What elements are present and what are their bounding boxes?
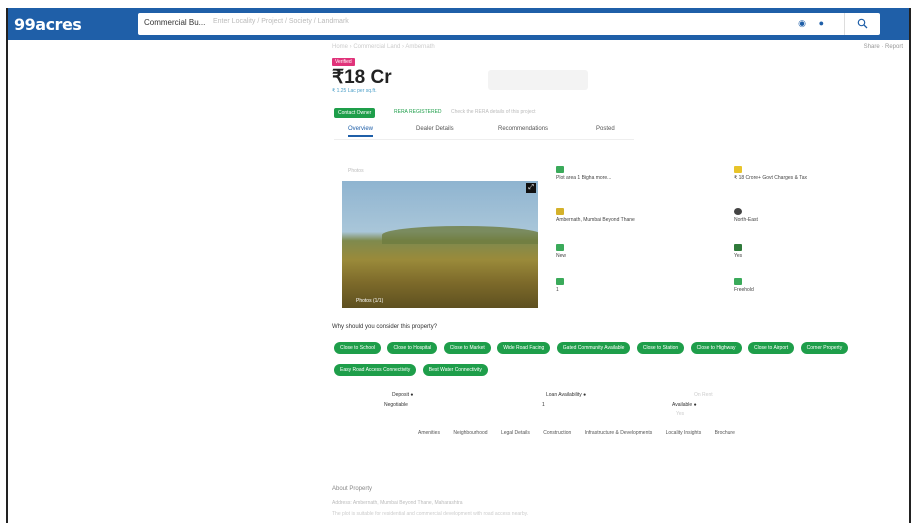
floors-icon xyxy=(556,278,564,285)
loan-value: 1 xyxy=(542,402,545,408)
search-button[interactable] xyxy=(844,13,880,35)
tab-posted[interactable]: Posted xyxy=(596,126,615,132)
chip[interactable]: Gated Community Available xyxy=(556,342,631,354)
contact-owner-button[interactable]: Contact Owner xyxy=(334,108,376,118)
about-property-heading: About Property xyxy=(332,486,373,492)
chip[interactable]: Easy Road Access Connectivity xyxy=(334,364,417,376)
chip[interactable]: Close to Station xyxy=(636,342,685,354)
property-photo[interactable]: ⤢ Photos (1/1) xyxy=(342,181,538,308)
deposit-label: Deposit ● xyxy=(392,392,414,398)
chip[interactable]: Close to Market xyxy=(443,342,491,354)
why-consider-heading: Why should you consider this property? xyxy=(332,324,438,330)
photo-count[interactable]: Photos (1/1) xyxy=(356,298,383,304)
browser-frame: 99acres Commercial Bu... Enter Locality … xyxy=(6,8,911,523)
deposit-value: Negotiable xyxy=(384,402,408,408)
search-icon xyxy=(857,18,868,29)
loan-label: Loan Availability ● xyxy=(546,392,587,398)
rera-note: Check the RERA details of this project xyxy=(451,109,536,115)
chip[interactable]: Close to Airport xyxy=(747,342,795,354)
feature-facing: North-East xyxy=(734,208,854,223)
about-description: The plot is suitable for residential and… xyxy=(332,511,529,517)
info-icon[interactable]: ● xyxy=(583,392,586,398)
transaction-icon xyxy=(556,244,564,251)
rupee-icon xyxy=(734,166,742,173)
link-amenities[interactable]: Amenities xyxy=(418,430,440,436)
property-price: ₹18 Cr xyxy=(332,67,392,88)
link-locality-insights[interactable]: Locality Insights xyxy=(666,430,702,436)
site-logo[interactable]: 99acres xyxy=(14,15,82,34)
link-neighbourhood[interactable]: Neighbourhood xyxy=(453,430,487,436)
link-legal-details[interactable]: Legal Details xyxy=(501,430,530,436)
faded-header-block xyxy=(488,70,588,90)
price-per-sqft: ₹ 1.25 Lac per sq.ft. xyxy=(332,88,377,94)
location-pin-icon xyxy=(556,208,564,215)
chip[interactable]: Close to School xyxy=(334,342,382,354)
search-bar[interactable]: Commercial Bu... Enter Locality / Projec… xyxy=(138,13,880,35)
chip[interactable]: Best Water Connectivity xyxy=(422,364,488,376)
top-navigation-bar: 99acres Commercial Bu... Enter Locality … xyxy=(8,8,909,40)
building-icon xyxy=(734,244,742,251)
info-icon[interactable]: ● xyxy=(410,392,413,398)
chip[interactable]: Close to Highway xyxy=(690,342,742,354)
feature-plot-area: Plot area 1 Bigha more... xyxy=(556,166,676,181)
link-infrastructure[interactable]: Infrastructure & Developments xyxy=(585,430,653,436)
share-report-links[interactable]: Share · Report xyxy=(864,44,903,50)
feature-floors: 1 xyxy=(556,278,676,293)
rent-label: On Rent xyxy=(694,392,713,398)
rera-label[interactable]: RERA REGISTERED xyxy=(394,109,442,115)
verified-badge: Verified xyxy=(332,58,355,66)
expand-icon[interactable]: ⤢ xyxy=(526,183,536,193)
link-construction[interactable]: Construction xyxy=(543,430,571,436)
feature-ownership: Freehold xyxy=(734,278,854,293)
photo-hill xyxy=(382,226,538,244)
feature-address: Ambernath, Mumbai Beyond Thane xyxy=(556,208,676,223)
tab-recommendations[interactable]: Recommendations xyxy=(498,126,548,132)
availability-value: Yes xyxy=(676,411,685,417)
detail-tabs: Overview Dealer Details Recommendations … xyxy=(334,124,634,140)
availability-label: Available ● xyxy=(672,402,697,408)
location-icon[interactable]: ◉ xyxy=(798,18,806,29)
feature-transaction: New xyxy=(556,244,676,259)
feature-availability: Yes xyxy=(734,244,854,259)
chip[interactable]: Close to Hospital xyxy=(387,342,438,354)
highlight-chips: Close to School Close to Hospital Close … xyxy=(334,336,854,380)
feature-price: ₹ 18 Crore+ Govt Charges & Tax xyxy=(734,166,854,181)
area-icon xyxy=(556,166,564,173)
chip[interactable]: Corner Property xyxy=(800,342,849,354)
ownership-icon xyxy=(734,278,742,285)
section-links: Amenities Neighbourhood Legal Details Co… xyxy=(418,430,818,446)
breadcrumb[interactable]: Home › Commercial Land › Ambernath xyxy=(332,44,435,50)
search-category-dropdown[interactable]: Commercial Bu... xyxy=(144,18,205,27)
tab-overview[interactable]: Overview xyxy=(348,126,374,137)
info-icon[interactable]: ● xyxy=(694,402,697,408)
about-address: Address: Ambernath, Mumbai Beyond Thane,… xyxy=(332,500,463,506)
photos-label: Photos xyxy=(348,168,364,174)
mic-icon[interactable]: ● xyxy=(819,18,824,28)
link-brochure[interactable]: Brochure xyxy=(715,430,735,436)
tab-dealer-details[interactable]: Dealer Details xyxy=(416,126,454,132)
compass-icon xyxy=(734,208,742,215)
search-input[interactable]: Enter Locality / Project / Society / Lan… xyxy=(213,18,349,25)
chip[interactable]: Wide Road Facing xyxy=(497,342,551,354)
